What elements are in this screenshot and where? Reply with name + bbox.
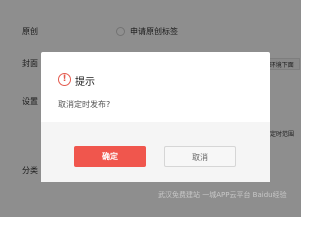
watermark-text: 武汉免费建站 一城APP云平台 Baidu经验: [158, 191, 287, 199]
dialog-message: 取消定时发布?: [58, 100, 111, 109]
dialog-title: 提示: [75, 77, 95, 88]
confirm-button[interactable]: 确定: [74, 146, 146, 167]
confirm-dialog: ! 提示 取消定时发布? 确定 取消: [41, 52, 270, 182]
dialog-header: ! 提示 取消定时发布?: [41, 52, 270, 116]
cancel-button[interactable]: 取消: [164, 146, 236, 167]
warning-circle-icon: !: [58, 73, 71, 86]
dialog-footer: 确定 取消: [41, 122, 270, 182]
